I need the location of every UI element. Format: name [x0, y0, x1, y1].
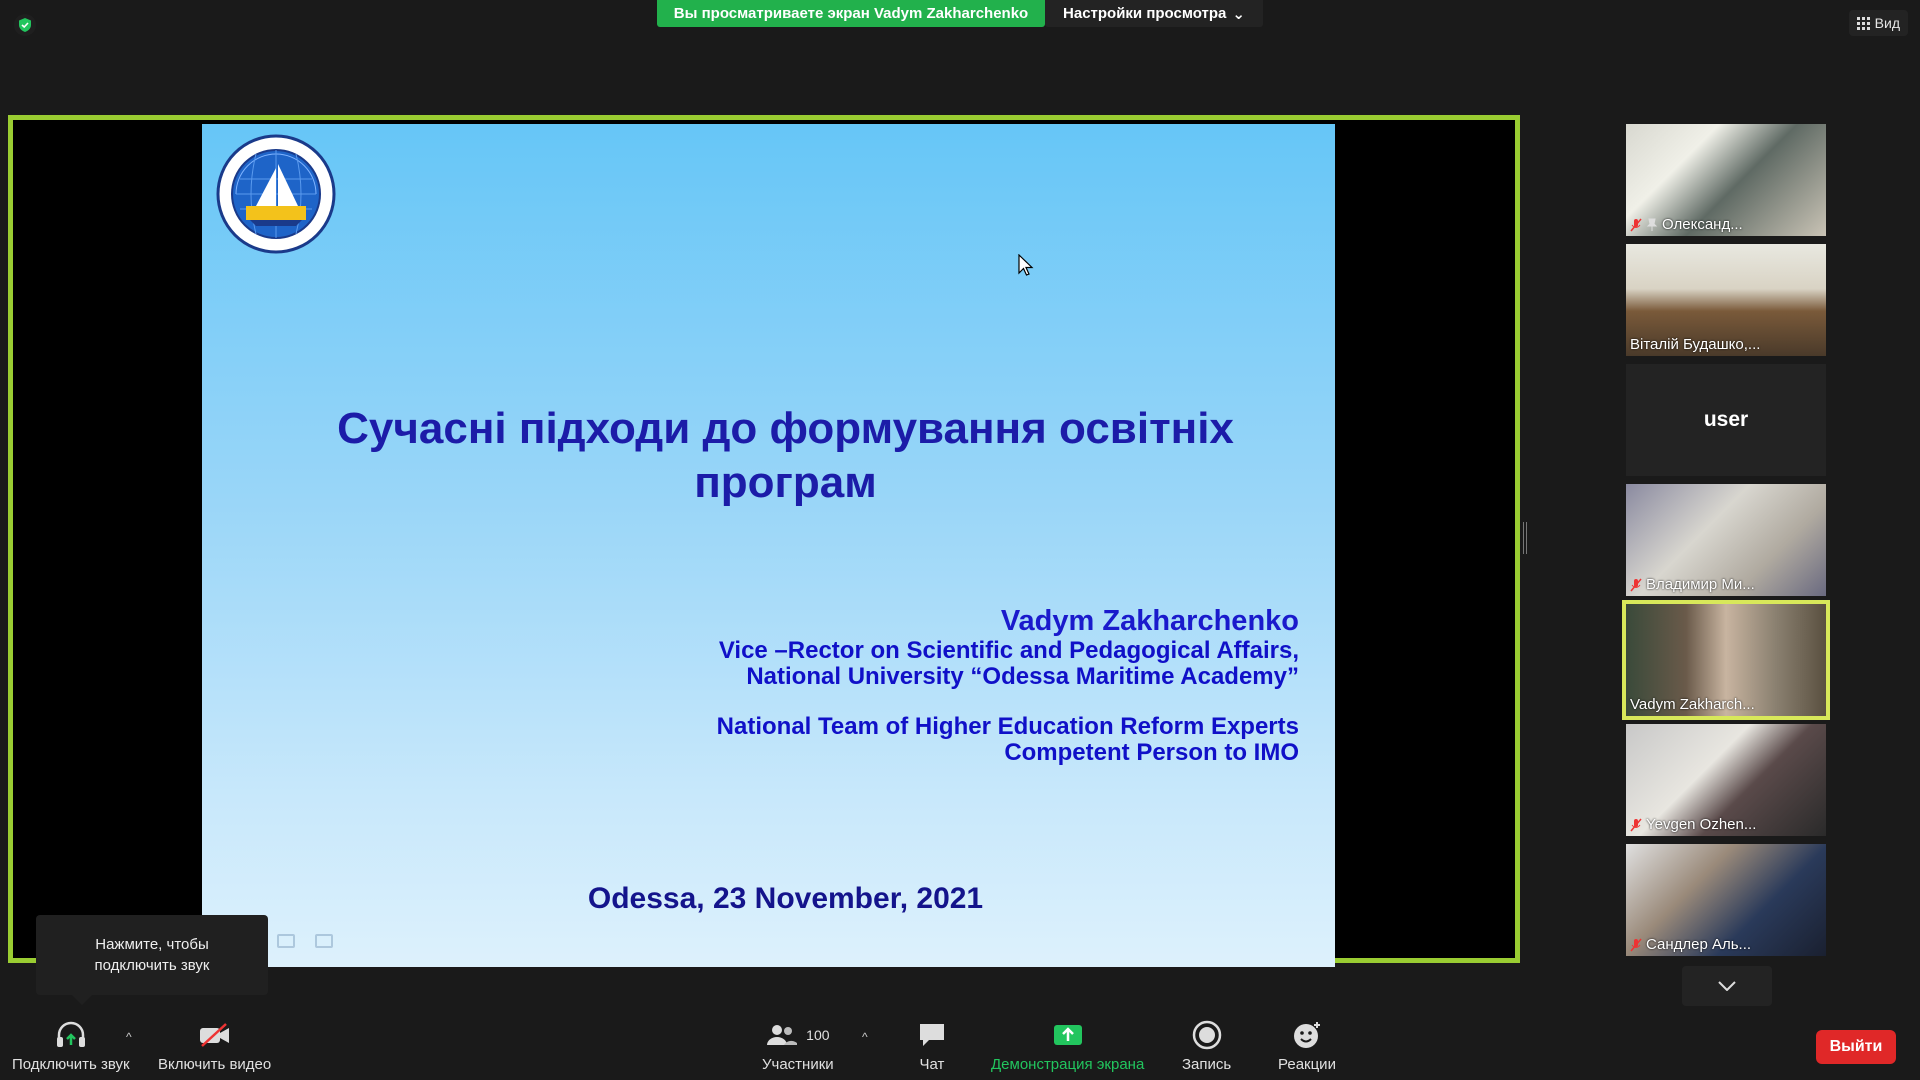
join-audio-tooltip: Нажмите, чтобы подключить звук [36, 915, 268, 1005]
share-screen-button[interactable]: Демонстрация экрана [991, 1020, 1144, 1073]
author-block: Vadym Zakharchenko Vice –Rector on Scien… [717, 604, 1299, 766]
join-audio-button[interactable]: Подключить звук [12, 1020, 130, 1073]
view-options-label: Настройки просмотра [1063, 5, 1227, 22]
slide-tools [277, 934, 333, 948]
participants-icon [767, 1025, 798, 1045]
participant-name: user [1703, 408, 1749, 431]
chevron-down-icon [1718, 981, 1736, 991]
reactions-button[interactable]: Реакции [1278, 1020, 1336, 1073]
video-off-icon [199, 1023, 229, 1047]
participant-name: Yevgen Ozhen... [1630, 816, 1756, 833]
participant-tile[interactable]: Владимир Ми... [1626, 484, 1826, 596]
view-options-button[interactable]: Настройки просмотра ⌄ [1045, 0, 1263, 27]
slide-title: Сучасні підходи до формування освітніх п… [202, 402, 1335, 510]
reactions-label: Реакции [1278, 1056, 1336, 1073]
chat-icon [920, 1024, 944, 1046]
reactions-icon [1293, 1022, 1320, 1048]
participant-tile[interactable]: Yevgen Ozhen... [1626, 724, 1826, 836]
mic-muted-icon [1630, 938, 1642, 951]
participant-name: Віталій Будашко,... [1630, 336, 1761, 353]
participant-tile[interactable]: Олександ... [1626, 124, 1826, 236]
participant-name: Владимир Ми... [1630, 576, 1755, 593]
mic-muted-icon [1630, 818, 1642, 831]
author-team: National Team of Higher Education Reform… [716, 713, 1299, 740]
gallery-scroll-down-button[interactable] [1682, 966, 1772, 1006]
shared-screen[interactable]: Сучасні підходи до формування освітніх п… [8, 115, 1520, 967]
participant-tile[interactable]: Віталій Будашко,... [1626, 244, 1826, 356]
author-position: Vice –Rector on Scientific and Pedagogic… [718, 637, 1299, 664]
headphones-icon [56, 1021, 85, 1047]
participant-name: Vadym Zakharch... [1630, 696, 1755, 713]
participants-label: Участники [762, 1056, 834, 1073]
share-screen-label: Демонстрация экрана [991, 1056, 1145, 1073]
splitter-handle[interactable] [1523, 522, 1527, 554]
slide-footer: Odessa, 23 November, 2021 [587, 882, 984, 915]
share-screen-icon [1053, 1025, 1082, 1045]
participant-tile-active-speaker[interactable]: Vadym Zakharch... [1622, 600, 1830, 720]
meeting-toolbar: Подключить звук ^ Включить видео 100 Уча… [0, 1012, 1920, 1080]
mic-muted-icon [1630, 578, 1642, 591]
view-layout-label: Вид [1874, 15, 1900, 31]
participant-name: Сандлер Аль... [1630, 936, 1751, 953]
author-university: National University “Odessa Maritime Aca… [746, 663, 1299, 690]
participant-name: Олександ... [1630, 216, 1743, 233]
audio-options-caret[interactable]: ^ [126, 1030, 132, 1044]
pin-icon [1646, 218, 1658, 231]
author-name: Vadym Zakharchenko [1000, 605, 1299, 637]
participant-tile[interactable]: user [1626, 364, 1826, 476]
start-video-button[interactable]: Включить видео [158, 1020, 271, 1073]
slide-title-line2: програм [694, 458, 877, 507]
record-label: Запись [1182, 1056, 1232, 1073]
security-shield-icon[interactable] [14, 14, 36, 36]
grid-icon [1856, 16, 1870, 30]
author-imo: Competent Person to IMO [1004, 739, 1299, 766]
view-layout-button[interactable]: Вид [1848, 10, 1908, 36]
presentation-slide: Сучасні підходи до формування освітніх п… [202, 124, 1335, 967]
slide-tool-icon [315, 934, 333, 948]
slide-tool-icon [277, 934, 295, 948]
chevron-down-icon: ⌄ [1232, 5, 1245, 23]
top-bar: Вы просматриваете экран Vadym Zakharchen… [0, 0, 1920, 36]
mic-muted-icon [1630, 218, 1642, 231]
leave-meeting-button[interactable]: Выйти [1816, 1030, 1896, 1064]
chat-label: Чат [919, 1056, 945, 1073]
participant-tile[interactable]: Сандлер Аль... [1626, 844, 1826, 956]
participants-count: 100 [806, 1027, 830, 1043]
participants-button[interactable]: 100 Участники [762, 1020, 834, 1073]
record-button[interactable]: Запись [1182, 1020, 1231, 1073]
chat-button[interactable]: Чат [917, 1020, 947, 1073]
slide-title-line1: Сучасні підходи до формування освітніх [337, 404, 1234, 453]
join-audio-label: Подключить звук [12, 1056, 130, 1073]
record-icon [1192, 1020, 1221, 1050]
mouse-cursor-icon [1018, 254, 1034, 276]
university-logo [216, 134, 336, 254]
participants-options-caret[interactable]: ^ [862, 1030, 868, 1044]
screen-share-banner: Вы просматриваете экран Vadym Zakharchen… [657, 0, 1045, 27]
start-video-label: Включить видео [158, 1056, 272, 1073]
